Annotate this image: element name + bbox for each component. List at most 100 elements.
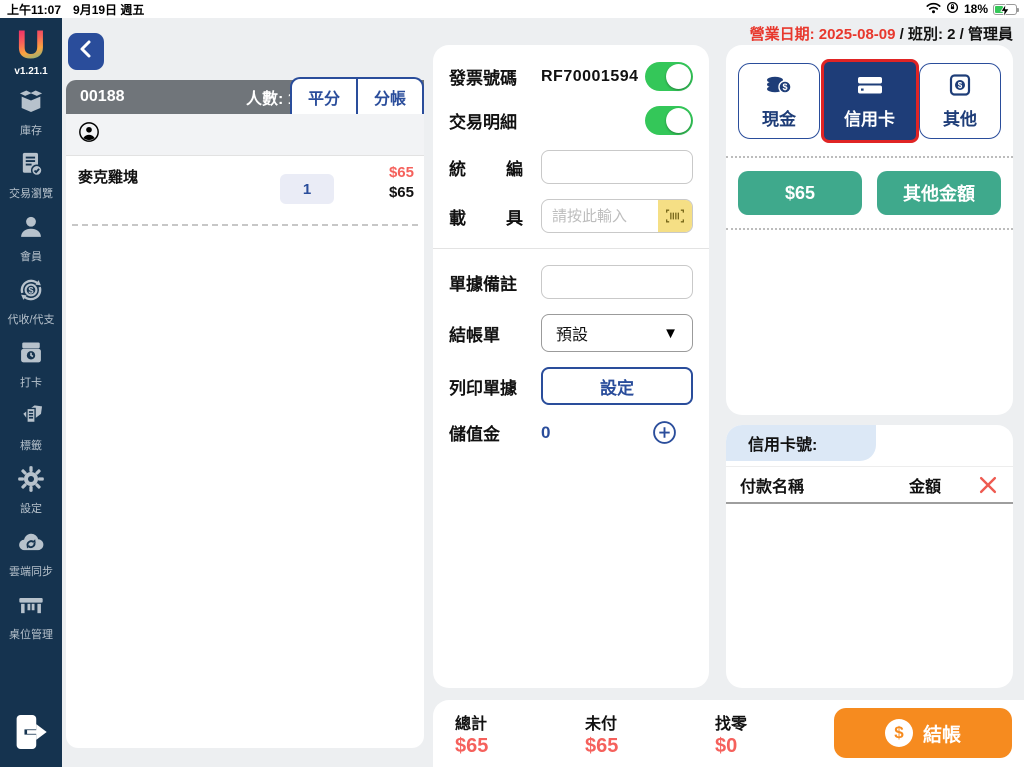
carrier-label: 載具 xyxy=(449,204,541,229)
sidebar-item-inventory[interactable]: 庫存 xyxy=(0,81,62,144)
change-value: $0 xyxy=(715,735,845,758)
section-divider xyxy=(433,248,709,249)
dollar-icon: $ xyxy=(885,719,913,747)
sidebar-item-collect-pay[interactable]: $ 代收/代支 xyxy=(0,270,62,333)
payment-method-label: 其他 xyxy=(943,105,977,130)
payment-method-label: 現金 xyxy=(762,105,796,130)
invoice-number-value: RF70001594 xyxy=(541,68,639,86)
tag-icon xyxy=(17,402,45,435)
sidebar-item-punch-clock[interactable]: 打卡 xyxy=(0,333,62,396)
app-logo: U xyxy=(17,25,46,65)
unpaid-label: 未付 xyxy=(585,710,715,734)
payment-amount-header: 金額 xyxy=(909,473,941,497)
totals-bar: 總計 $65 未付 $65 找零 $0 $ 結帳 xyxy=(433,700,1024,767)
invoice-number-row: 發票號碼 RF70001594 xyxy=(449,62,693,91)
sidebar-item-label: 交易瀏覽 xyxy=(9,185,53,201)
sidebar-item-members[interactable]: 會員 xyxy=(0,207,62,270)
logout-button[interactable] xyxy=(14,712,48,757)
total-value: $65 xyxy=(455,735,585,758)
transaction-detail-row: 交易明細 xyxy=(449,106,693,135)
checkout-slip-value: 預設 xyxy=(556,321,588,345)
sidebar-item-label: 打卡 xyxy=(20,374,42,390)
sidebar-item-tags[interactable]: 標籤 xyxy=(0,396,62,459)
sidebar-item-label: 標籤 xyxy=(20,437,42,453)
back-button[interactable] xyxy=(68,33,104,70)
business-info: 營業日期: 2025-08-09 / 班別: 2 / 管理員 xyxy=(750,23,1013,44)
unpaid-stat: 未付 $65 xyxy=(585,710,715,758)
clear-payments-button[interactable] xyxy=(977,474,999,496)
print-slip-label: 列印單據 xyxy=(449,374,541,399)
invoice-toggle[interactable] xyxy=(645,62,693,91)
order-number: 00188 xyxy=(66,88,125,106)
svg-text:$: $ xyxy=(28,286,34,296)
card-number-label: 信用卡號: xyxy=(726,425,876,461)
credit-card-icon xyxy=(855,73,885,102)
stored-value-row: 儲值金 0 xyxy=(449,420,693,445)
shift-info: / 班別: 2 / 管理員 xyxy=(895,26,1013,43)
member-icon xyxy=(17,213,45,246)
sidebar-item-label: 雲端同步 xyxy=(9,563,53,579)
sidebar-item-settings[interactable]: 設定 xyxy=(0,459,62,522)
checkout-button-label: 結帳 xyxy=(923,720,961,747)
carrier-row: 載具 xyxy=(449,199,693,233)
tab-split-even[interactable]: 平分 xyxy=(292,79,356,114)
payments-table-header: 付款名稱 金額 xyxy=(726,466,1013,504)
battery-percent: 18% xyxy=(964,2,988,16)
total-stat: 總計 $65 xyxy=(455,710,585,758)
wifi-icon xyxy=(926,2,941,17)
sidebar-item-label: 代收/代支 xyxy=(7,311,54,327)
transaction-detail-toggle[interactable] xyxy=(645,106,693,135)
svg-text:$: $ xyxy=(782,82,787,92)
stored-value: 0 xyxy=(541,423,550,443)
payment-method-credit-card[interactable]: 信用卡 xyxy=(821,59,919,143)
business-date: 營業日期: 2025-08-09 xyxy=(750,26,896,43)
item-quantity[interactable]: 1 xyxy=(280,174,334,204)
other-amount-button[interactable]: 其他金額 xyxy=(877,171,1001,215)
sidebar-item-label: 設定 xyxy=(20,500,42,516)
sidebar-item-label: 庫存 xyxy=(20,122,42,138)
logout-icon xyxy=(14,739,48,756)
checkout-slip-label: 結帳單 xyxy=(449,321,541,346)
unpaid-value: $65 xyxy=(585,735,715,758)
sidebar-item-transactions[interactable]: 交易瀏覽 xyxy=(0,144,62,207)
checkout-slip-row: 結帳單 預設 ▼ xyxy=(449,314,693,352)
note-input[interactable] xyxy=(541,265,693,299)
add-stored-value-button[interactable] xyxy=(652,420,677,445)
payment-method-cash[interactable]: $ 現金 xyxy=(738,63,820,139)
total-label: 總計 xyxy=(455,710,585,734)
payment-method-label: 信用卡 xyxy=(844,105,895,130)
print-slip-row: 列印單據 設定 xyxy=(449,367,693,405)
change-stat: 找零 $0 xyxy=(715,710,845,758)
payment-name-header: 付款名稱 xyxy=(740,473,804,497)
order-header: 00188 人數: 1 平分 分帳 xyxy=(66,80,424,114)
stored-value-label: 儲值金 xyxy=(449,420,541,445)
sidebar-item-cloud-sync[interactable]: 雲端同步 xyxy=(0,522,62,585)
chevron-left-icon xyxy=(77,39,95,64)
tax-id-input[interactable] xyxy=(541,150,693,184)
checkout-slip-select[interactable]: 預設 ▼ xyxy=(541,314,693,352)
note-row: 單據備註 xyxy=(449,265,693,299)
collect-pay-icon: $ xyxy=(17,276,45,309)
sidebar-item-label: 會員 xyxy=(20,248,42,264)
guest-avatar-icon xyxy=(78,121,100,148)
payment-panel: $ 現金 信用卡 $ 其他 $65 其他金額 xyxy=(726,45,1013,415)
invoice-panel: 發票號碼 RF70001594 交易明細 統編 載具 單據備註 結帳單 xyxy=(433,45,709,688)
payment-method-other[interactable]: $ 其他 xyxy=(919,63,1001,139)
chevron-down-icon: ▼ xyxy=(663,325,678,342)
order-panel: 00188 人數: 1 平分 分帳 麥克雞塊 1 $65 $65 xyxy=(66,80,424,748)
barcode-scan-button[interactable] xyxy=(658,200,692,232)
change-label: 找零 xyxy=(715,710,845,734)
tab-split-bill[interactable]: 分帳 xyxy=(356,79,422,114)
quick-amount-button[interactable]: $65 xyxy=(738,171,862,215)
item-name: 麥克雞塊 xyxy=(78,166,138,187)
checkout-button[interactable]: $ 結帳 xyxy=(834,708,1012,758)
other-payment-icon: $ xyxy=(945,73,975,102)
sidebar: U v1.21.1 庫存 交易瀏覽 會員 $ 代收/代支 xyxy=(0,18,62,767)
transaction-detail-label: 交易明細 xyxy=(449,108,541,133)
guest-row[interactable] xyxy=(66,114,424,156)
status-date: 9月19日 週五 xyxy=(73,1,144,18)
print-settings-button[interactable]: 設定 xyxy=(541,367,693,405)
status-bar: 上午11:07 9月19日 週五 18% xyxy=(0,0,1024,18)
sidebar-item-table-management[interactable]: 桌位管理 xyxy=(0,585,62,648)
order-item-row[interactable]: 麥克雞塊 1 $65 $65 xyxy=(72,156,418,226)
